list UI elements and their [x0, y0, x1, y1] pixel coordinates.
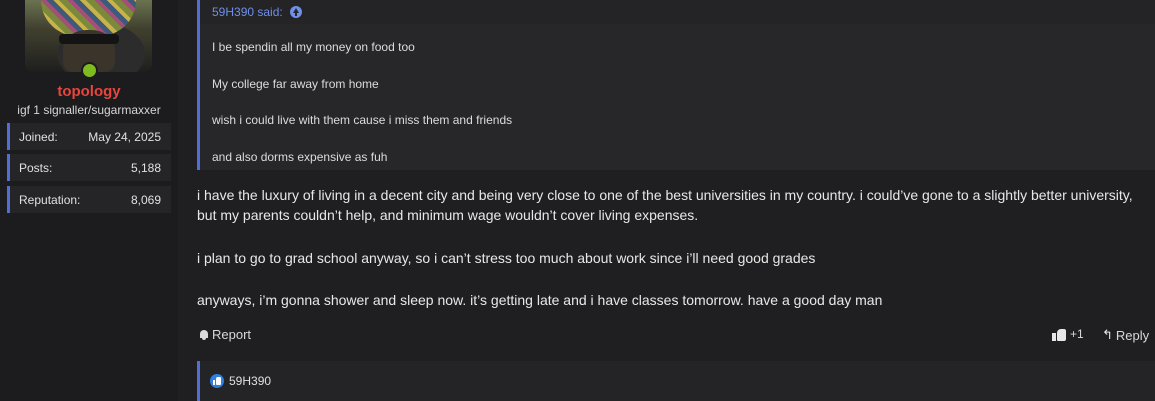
quote-line: and also dorms expensive as fuh: [212, 150, 388, 164]
online-status-icon: [81, 62, 98, 79]
stat-label: Reputation:: [19, 192, 81, 207]
like-count: +1: [1070, 327, 1084, 341]
stat-label: Joined:: [19, 129, 58, 144]
stat-value: 8,069: [130, 192, 161, 207]
stat-value: May 24, 2025: [88, 129, 161, 144]
reply-button[interactable]: ↰ Reply: [1102, 327, 1149, 343]
reply-arrow-icon: ↰: [1102, 327, 1113, 342]
quote-block: 59H390 said: I be spendin all my money o…: [197, 0, 1155, 170]
user-title: igf 1 signaller/sugarmaxxer: [17, 103, 161, 117]
stat-joined: Joined: May 24, 2025: [7, 123, 171, 150]
post-actions: Report +1 ↰ Reply: [197, 326, 1155, 346]
report-button[interactable]: Report: [199, 327, 251, 342]
stat-posts: Posts: 5,188: [7, 154, 171, 181]
stat-label: Posts:: [19, 160, 53, 175]
thumbs-up-icon: [1052, 328, 1066, 341]
like-button[interactable]: +1: [1052, 327, 1084, 341]
user-sidebar: topology igf 1 signaller/sugarmaxxer Joi…: [0, 0, 178, 401]
quote-line: I be spendin all my money on food too: [212, 40, 415, 54]
post-body: 59H390 said: I be spendin all my money o…: [178, 0, 1155, 401]
report-label: Report: [212, 327, 252, 342]
bell-icon: [199, 329, 209, 340]
post-paragraph: i have the luxury of living in a decent …: [197, 187, 1133, 223]
jump-to-quote-icon[interactable]: [289, 6, 302, 18]
avatar-glasses-graphic: [59, 34, 119, 44]
quote-author[interactable]: 59H390 said:: [212, 5, 283, 19]
reactions-bar[interactable]: 59H390: [197, 361, 1155, 401]
quote-header[interactable]: 59H390 said:: [200, 0, 1155, 24]
reply-label: Reply: [1115, 327, 1150, 343]
quote-line: My college far away from home: [212, 77, 379, 91]
stat-reputation: Reputation: 8,069: [7, 186, 171, 213]
like-reaction-icon: [210, 374, 224, 388]
username[interactable]: topology: [0, 83, 178, 100]
quote-line: wish i could live with them cause i miss…: [212, 113, 513, 127]
reaction-users[interactable]: 59H390: [229, 374, 271, 388]
post-paragraph: i plan to go to grad school anyway, so i…: [197, 250, 816, 266]
stat-value: 5,188: [130, 160, 161, 175]
post-paragraph: anyways, i’m gonna shower and sleep now.…: [197, 292, 883, 308]
